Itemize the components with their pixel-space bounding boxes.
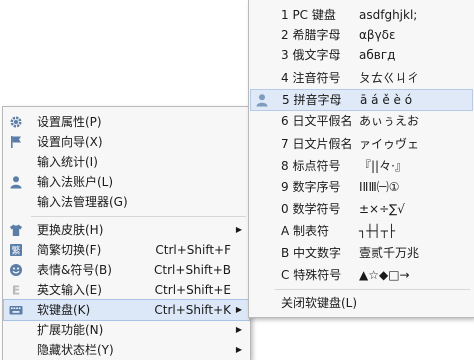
submenu-arrow-icon: ▶: [235, 225, 242, 234]
keyboard-option-label: 7 日文片假名: [281, 137, 353, 151]
menu-item-label: 英文输入(E): [37, 283, 102, 297]
submenu-arrow-icon: ▶: [235, 345, 242, 354]
simplified-traditional-icon: 繁: [8, 242, 24, 258]
menu-item-setup-wizard[interactable]: 设置向导(X): [4, 132, 249, 152]
keyboard-option-label: 关闭软键盘(L): [281, 296, 358, 310]
keyboard-option-label: 2 希腊字母: [281, 28, 341, 42]
menu-item-label: 软键盘(K): [37, 303, 91, 317]
context-menu: 设置属性(P) 设置向导(X) 输入统计(I) 输入法账户(L) 输入法管理器(…: [2, 106, 251, 360]
soft-keyboard-submenu: 1 PC 键盘 asdfghjkl; 2 希腊字母 αβγδε 3 俄文字母 а…: [248, 0, 474, 318]
close-soft-keyboard-button[interactable]: 关闭软键盘(L): [250, 293, 473, 313]
keyboard-option-sample: ā á ě è ó: [360, 93, 413, 107]
user-icon: [254, 92, 270, 108]
menu-item-label: 输入法账户(L): [37, 175, 114, 189]
keyboard-option-label: 6 日文平假名: [281, 114, 353, 128]
keyboard-option-sample: ㄆㄊㄍㄐㄔ: [359, 71, 420, 85]
menu-item-ime-manager[interactable]: 输入法管理器(G): [4, 192, 249, 212]
svg-text:繁: 繁: [11, 245, 20, 257]
menu-item-label: 隐藏状态栏(Y): [37, 343, 114, 357]
keyboard-option-sample: あぃぅえお: [359, 114, 420, 128]
keyboard-option-chinese-numerals[interactable]: B 中文数字 壹贰千万兆: [250, 243, 473, 263]
menu-item-hide-status-bar[interactable]: 隐藏状态栏(Y) ▶: [4, 340, 249, 360]
keyboard-option-katakana[interactable]: 7 日文片假名 ァイゥヴェ: [250, 134, 473, 154]
gear-icon: [8, 114, 24, 130]
menu-item-shortcut: Ctrl+Shift+F: [155, 243, 231, 257]
menu-item-account[interactable]: 输入法账户(L): [4, 172, 249, 192]
keyboard-option-label: 0 数学符号: [281, 202, 341, 216]
menu-item-shortcut: Ctrl+Shift+E: [154, 283, 231, 297]
menu-item-settings[interactable]: 设置属性(P): [4, 112, 249, 132]
keyboard-option-sample: ±×÷∑√: [359, 202, 405, 216]
keyboard-option-label: C 特殊符号: [281, 268, 342, 282]
keyboard-option-label: 3 俄文字母: [281, 48, 341, 62]
keyboard-icon: [8, 302, 24, 318]
keyboard-option-math[interactable]: 0 数学符号 ±×÷∑√: [250, 199, 473, 219]
menu-item-label: 输入法管理器(G): [37, 195, 128, 209]
keyboard-option-sample: 壹贰千万兆: [359, 246, 420, 260]
keyboard-option-sample: ┐┼┤┬├: [359, 224, 396, 238]
keyboard-option-special-symbols[interactable]: C 特殊符号 ▲☆◆□→: [250, 265, 473, 285]
keyboard-option-sample: 『||々·』: [359, 159, 407, 173]
menu-item-emoji-symbols[interactable]: 表情&符号(B) Ctrl+Shift+B: [4, 260, 249, 280]
keyboard-option-label: 4 注音符号: [281, 71, 341, 85]
menu-item-simplified-traditional[interactable]: 繁 简繁切换(F) Ctrl+Shift+F: [4, 240, 249, 260]
keyboard-option-label: A 制表符: [281, 224, 330, 238]
keyboard-option-sample: asdfghjkl;: [359, 8, 418, 22]
keyboard-option-pc[interactable]: 1 PC 键盘 asdfghjkl;: [250, 5, 473, 25]
menu-item-label: 设置向导(X): [37, 135, 103, 149]
keyboard-option-sample: αβγδε: [359, 28, 396, 42]
menu-item-english-input[interactable]: E 英文输入(E) Ctrl+Shift+E: [4, 280, 249, 300]
keyboard-option-box-drawing[interactable]: A 制表符 ┐┼┤┬├: [250, 221, 473, 241]
keyboard-option-label: 5 拼音字母: [282, 93, 342, 107]
menu-separator: [31, 216, 246, 217]
keyboard-option-label: 1 PC 键盘: [281, 8, 336, 22]
menu-item-input-statistics[interactable]: 输入统计(I): [4, 152, 249, 172]
keyboard-option-greek[interactable]: 2 希腊字母 αβγδε: [250, 25, 473, 45]
keyboard-option-label: B 中文数字: [281, 246, 342, 260]
menu-item-label: 表情&符号(B): [37, 263, 112, 277]
menu-item-change-skin[interactable]: 更换皮肤(H) ▶: [4, 220, 249, 240]
keyboard-option-sample: ▲☆◆□→: [359, 268, 410, 282]
menu-item-label: 扩展功能(N): [37, 323, 104, 337]
menu-separator: [275, 289, 470, 290]
menu-item-label: 输入统计(I): [37, 155, 98, 169]
keyboard-option-label: 8 标点符号: [281, 159, 341, 173]
keyboard-option-number-serials[interactable]: 9 数字序号 ⅠⅡⅢ㈠①: [250, 177, 473, 197]
menu-item-label: 更换皮肤(H): [37, 223, 104, 237]
menu-item-label: 简繁切换(F): [37, 243, 102, 257]
keyboard-option-pinyin[interactable]: 5 拼音字母 ā á ě è ó: [250, 89, 473, 111]
flag-icon: [8, 134, 24, 150]
submenu-arrow-icon: ▶: [235, 325, 242, 334]
menu-item-extensions[interactable]: 扩展功能(N) ▶: [4, 320, 249, 340]
keyboard-option-sample: ァイゥヴェ: [359, 137, 420, 151]
keyboard-option-label: 9 数字序号: [281, 180, 341, 194]
keyboard-option-zhuyin[interactable]: 4 注音符号 ㄆㄊㄍㄐㄔ: [250, 68, 473, 88]
keyboard-option-sample: абвгд: [359, 48, 396, 62]
keyboard-option-sample: ⅠⅡⅢ㈠①: [359, 180, 400, 194]
submenu-arrow-icon: ▶: [235, 305, 242, 314]
keyboard-option-punctuation[interactable]: 8 标点符号 『||々·』: [250, 156, 473, 176]
menu-item-shortcut: Ctrl+Shift+B: [154, 263, 231, 277]
keyboard-option-hiragana[interactable]: 6 日文平假名 あぃぅえお: [250, 111, 473, 131]
svg-text:E: E: [12, 284, 20, 298]
smiley-icon: [8, 262, 24, 278]
user-icon: [8, 174, 24, 190]
english-icon: E: [8, 282, 24, 298]
menu-item-label: 设置属性(P): [37, 115, 102, 129]
shirt-icon: [8, 222, 24, 238]
keyboard-option-russian[interactable]: 3 俄文字母 абвгд: [250, 45, 473, 65]
menu-item-soft-keyboard[interactable]: 软键盘(K) Ctrl+Shift+K ▶: [3, 299, 250, 321]
menu-item-shortcut: Ctrl+Shift+K: [154, 303, 231, 317]
